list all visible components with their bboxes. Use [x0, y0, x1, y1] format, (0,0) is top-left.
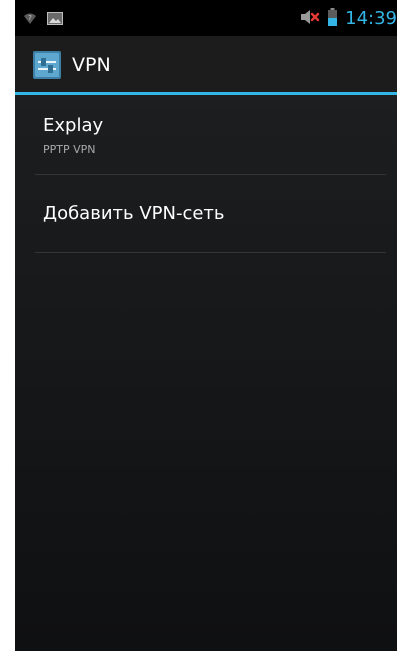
vpn-settings-icon[interactable]: [33, 51, 61, 79]
wifi-question-icon: ?: [23, 10, 37, 29]
phone-screen: ? 14:39 VPN Explay PPTP VPN Добавить VPN…: [15, 0, 397, 651]
image-icon: [47, 10, 63, 29]
status-time: 14:39: [345, 8, 397, 29]
vpn-name: Explay: [43, 115, 104, 136]
list-divider: [35, 174, 386, 175]
status-bar-right: 14:39: [300, 8, 397, 30]
vpn-type: PPTP VPN: [43, 143, 96, 156]
status-bar-left: ?: [23, 10, 63, 29]
list-divider: [35, 252, 386, 253]
battery-icon: [328, 8, 338, 30]
add-vpn-label: Добавить VPN-сеть: [43, 203, 225, 224]
add-vpn-button[interactable]: Добавить VPN-сеть: [15, 176, 397, 252]
volume-muted-icon: [300, 9, 320, 29]
svg-text:?: ?: [28, 14, 32, 22]
vpn-list-item[interactable]: Explay PPTP VPN: [15, 95, 397, 175]
status-bar: ? 14:39: [15, 0, 397, 36]
page-title: VPN: [72, 54, 111, 76]
